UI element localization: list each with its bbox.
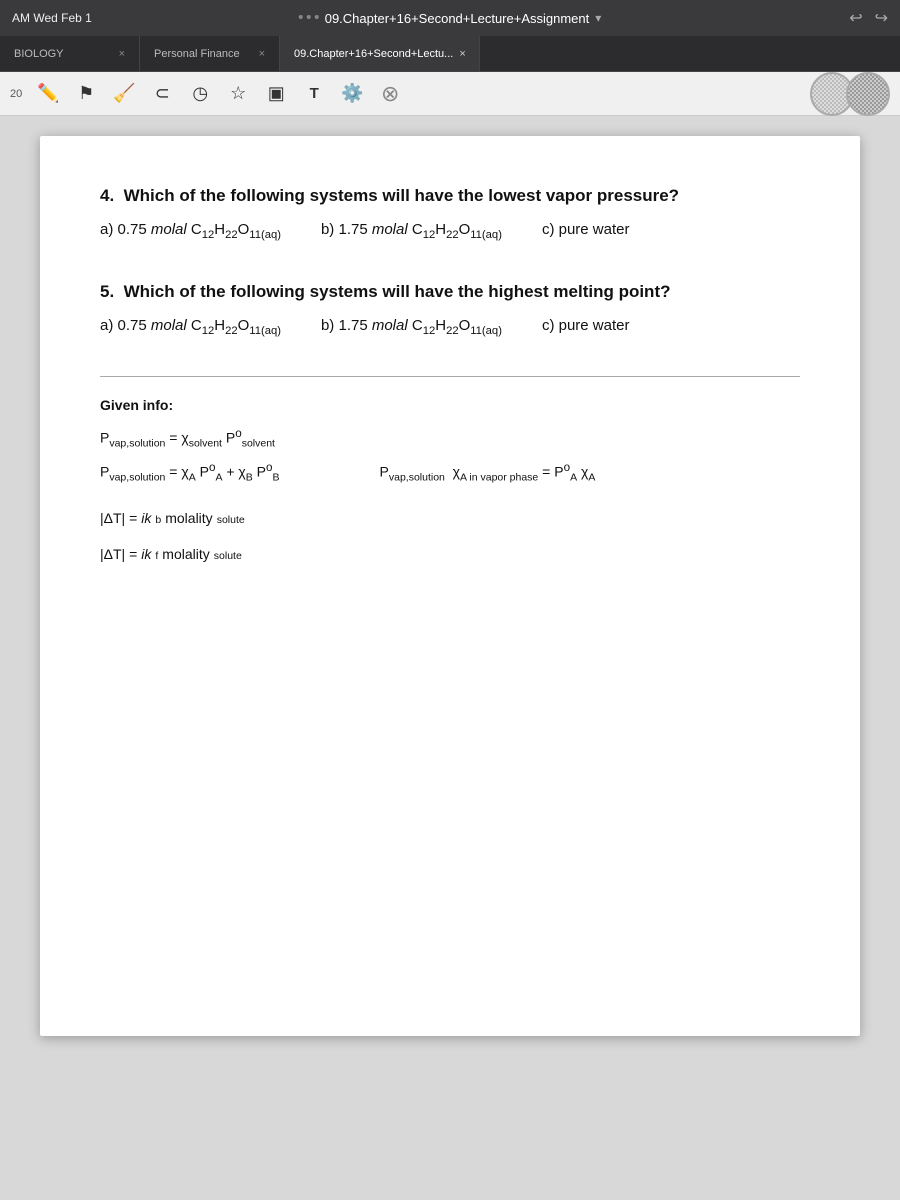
settings-icon[interactable]: ⚙️ (336, 78, 368, 110)
text-icon[interactable]: T (298, 78, 330, 110)
document-page: 4. Which of the following systems will h… (40, 136, 860, 1036)
bookmark-icon[interactable]: ☆ (222, 78, 254, 110)
main-content: 4. Which of the following systems will h… (0, 116, 900, 1200)
q4-option-a: a) 0.75 molal C12H22O11(aq) (100, 218, 281, 244)
back-button[interactable]: ↩ (849, 8, 862, 28)
q4-option-c: c) pure water (542, 218, 630, 242)
q5-option-b: b) 1.75 molal C12H22O11(aq) (321, 314, 502, 340)
clock-icon[interactable]: ◷ (184, 78, 216, 110)
q4-option-b: b) 1.75 molal C12H22O11(aq) (321, 218, 502, 244)
tab-bar: BIOLOGY × Personal Finance × 09.Chapter+… (0, 36, 900, 72)
page-number: 20 (10, 88, 22, 100)
menu-dot-3 (315, 15, 319, 19)
q5-option-c: c) pure water (542, 314, 630, 338)
pencil-icon[interactable]: ✏️ (32, 78, 64, 110)
tab-chapter16-label: 09.Chapter+16+Second+Lectu... (294, 48, 453, 60)
tab-biology-label: BIOLOGY (14, 48, 64, 60)
given-info-section: Given info: Pvap,solution = χsolvent Pos… (100, 397, 800, 568)
circle-x-icon[interactable]: ⊗ (374, 78, 406, 110)
question-5: 5. Which of the following systems will h… (100, 280, 800, 340)
menu-bar-left: AM Wed Feb 1 (12, 11, 92, 25)
menu-dot-1 (299, 15, 303, 19)
formula-2-right: Pvap,solution χA in vapor phase = PoA χA (380, 461, 596, 483)
tab-chapter16[interactable]: 09.Chapter+16+Second+Lectu... × (280, 36, 480, 71)
tab-chapter16-close[interactable]: × (459, 48, 465, 60)
document-title: 09.Chapter+16+Second+Lecture+Assignment (325, 11, 590, 26)
delta-tf-row: |ΔT| = ikf molalitysolute (100, 540, 800, 568)
given-info-title: Given info: (100, 397, 800, 413)
question-4: 4. Which of the following systems will h… (100, 184, 800, 244)
formula-1-block: Pvap,solution = χsolvent Posolvent (100, 427, 800, 449)
tab-personal-finance[interactable]: Personal Finance × (140, 36, 280, 71)
q5-option-a: a) 0.75 molal C12H22O11(aq) (100, 314, 281, 340)
formula-1-text: Pvap,solution = χsolvent Posolvent (100, 427, 275, 449)
eraser-icon[interactable]: 🧹 (108, 78, 140, 110)
menu-bar-right: ↩ ↪ (849, 8, 888, 28)
formula-1: Pvap,solution = χsolvent Posolvent (100, 427, 275, 449)
section-divider (100, 376, 800, 377)
lasso-icon[interactable]: ⊂ (146, 78, 178, 110)
tab-biology-close[interactable]: × (119, 48, 125, 60)
image-icon[interactable]: ▣ (260, 78, 292, 110)
forward-button[interactable]: ↪ (875, 8, 888, 28)
menu-bar-center: 09.Chapter+16+Second+Lecture+Assignment … (299, 11, 602, 26)
question-5-options: a) 0.75 molal C12H22O11(aq) b) 1.75 mola… (100, 314, 800, 340)
title-chevron[interactable]: ▾ (595, 11, 601, 25)
question-4-title: 4. Which of the following systems will h… (100, 184, 800, 208)
star-icon[interactable]: ⚑ (70, 78, 102, 110)
menu-dots (299, 15, 319, 19)
question-5-title: 5. Which of the following systems will h… (100, 280, 800, 304)
formula-2-block: Pvap,solution = χA PoA + χB PoB Pvap,sol… (100, 461, 800, 483)
tab-biology[interactable]: BIOLOGY × (0, 36, 140, 71)
datetime: AM Wed Feb 1 (12, 11, 92, 25)
formula-2-left: Pvap,solution = χA PoA + χB PoB (100, 461, 280, 483)
avatar-2 (846, 72, 890, 116)
tab-personal-finance-label: Personal Finance (154, 48, 240, 60)
question-4-options: a) 0.75 molal C12H22O11(aq) b) 1.75 mola… (100, 218, 800, 244)
toolbar: 20 ✏️ ⚑ 🧹 ⊂ ◷ ☆ ▣ T ⚙️ ⊗ (0, 72, 900, 116)
delta-formulas: |ΔT| = ikb molalitysolute |ΔT| = ikf mol… (100, 504, 800, 568)
menu-bar: AM Wed Feb 1 09.Chapter+16+Second+Lectur… (0, 0, 900, 36)
menu-dot-2 (307, 15, 311, 19)
delta-tb-row: |ΔT| = ikb molalitysolute (100, 504, 800, 532)
tab-personal-finance-close[interactable]: × (259, 48, 265, 60)
